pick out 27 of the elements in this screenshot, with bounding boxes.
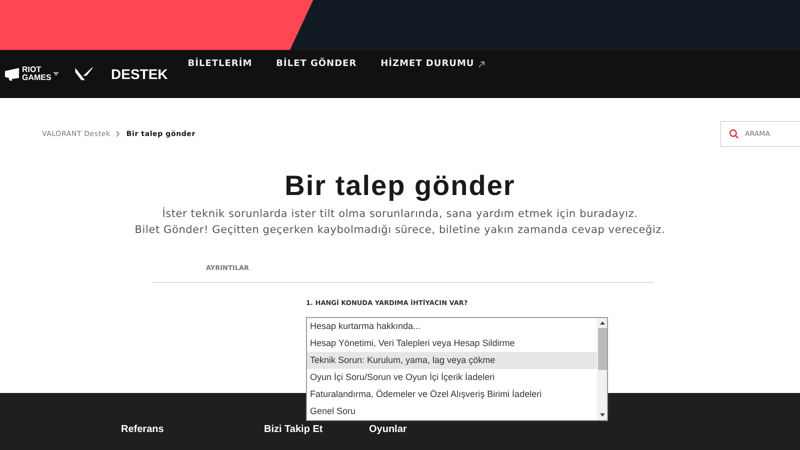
nav-link[interactable]: HİZMET DURUMU xyxy=(380,59,486,69)
scroll-up-icon[interactable] xyxy=(600,321,604,325)
fist-logo-icon[interactable] xyxy=(4,67,20,81)
listbox-option[interactable]: Faturalandırma, Ödemeler ve Özel Alışveriş Birimi İadeleri xyxy=(307,386,597,403)
nav-link[interactable]: BİLET GÖNDER xyxy=(276,59,357,69)
topic-listbox[interactable] xyxy=(306,317,608,421)
search-icon xyxy=(729,129,739,139)
page-title: Bir talep gönder xyxy=(284,170,516,202)
listbox-option[interactable]: Hesap kurtarma hakkında... xyxy=(307,318,597,335)
chevron-icon xyxy=(116,131,120,137)
listbox-option[interactable]: Genel Soru xyxy=(307,403,597,420)
footer-heading: Referans xyxy=(121,424,164,435)
footer-heading: Oyunlar xyxy=(369,424,407,435)
listbox-option[interactable]: Oyun İçi Soru/Sorun ve Oyun İçi İçerik İadeleri xyxy=(307,369,597,386)
v-logo-icon[interactable] xyxy=(75,67,93,81)
listbox-option[interactable]: Teknik Sorun: Kurulum, yama, lag veya çökme xyxy=(307,352,597,369)
section-title[interactable]: DESTEK xyxy=(111,66,168,82)
intro-text: Bilet Gönder! Geçitten geçerken kaybolmadığı sürece, biletine yakın zamanda cevap vereceğiz. xyxy=(134,223,666,238)
caret-icon[interactable] xyxy=(53,72,59,76)
scrollbar[interactable] xyxy=(597,318,607,420)
brand-logo-text[interactable]: RIOT GAMES xyxy=(22,66,52,82)
nav-link[interactable]: BİLETLERİM xyxy=(188,59,252,69)
scroll-down-icon[interactable] xyxy=(600,413,604,417)
external-link-icon xyxy=(478,60,486,68)
listbox-option[interactable]: Hesap Yönetimi, Veri Talepleri veya Hesap Sildirme xyxy=(307,335,597,352)
intro-text: İster teknik sorunlarda ister tilt olma sorunlarında, sana yardım etmek için buradayız. xyxy=(162,206,638,222)
footer-heading: Bizi Takip Et xyxy=(264,424,323,435)
